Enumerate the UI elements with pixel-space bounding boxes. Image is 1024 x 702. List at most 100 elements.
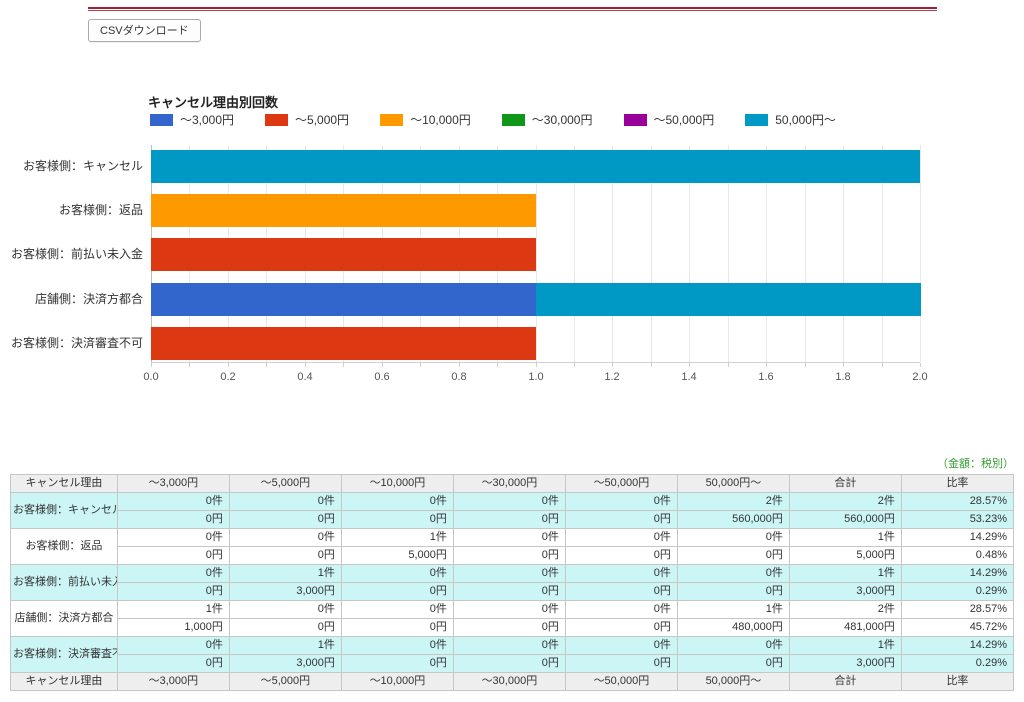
amount-cell: 0円 — [341, 511, 453, 529]
amount-cell: 0円 — [677, 547, 789, 565]
x-axis-tick-label: 1.4 — [667, 371, 711, 383]
legend-label: ～3,000円 — [180, 111, 234, 128]
axis-tick — [689, 363, 690, 367]
legend-label: ～5,000円 — [295, 111, 349, 128]
axis-tick — [882, 363, 883, 367]
amount-cell: 560,000円 — [677, 511, 789, 529]
legend-item: ～50,000円 — [624, 111, 715, 128]
amount-cell: 0円 — [453, 619, 565, 637]
x-axis-tick-label: 1.0 — [514, 371, 558, 383]
table-row-counts: お客様側：前払い未入金0件1件0件0件0件0件1件14.29% — [11, 565, 1014, 583]
footer-row: キャンセル理由～3,000円～5,000円～10,000円～30,000円～50… — [11, 673, 1014, 691]
cancel-report-page: CSVダウンロード キャンセル理由別回数 ～3,000円～5,000円～10,0… — [0, 0, 1024, 702]
axis-tick — [305, 363, 306, 367]
x-axis-tick-label: 1.8 — [821, 371, 865, 383]
amount-cell: 0円 — [229, 619, 341, 637]
table-row-counts: 店舗側：決済方都合1件0件0件0件0件1件2件28.57% — [11, 601, 1014, 619]
header-cell: ～10,000円 — [341, 475, 453, 493]
header-cell: ～50,000円 — [565, 475, 677, 493]
axis-tick — [266, 363, 267, 367]
table-row-counts: お客様側：キャンセル0件0件0件0件0件2件2件28.57% — [11, 493, 1014, 511]
cancel-reason-table: キャンセル理由～3,000円～5,000円～10,000円～30,000円～50… — [10, 474, 1014, 691]
csv-download-button[interactable]: CSVダウンロード — [88, 19, 201, 42]
table-row-counts: お客様側：決済審査不可0件1件0件0件0件0件1件14.29% — [11, 637, 1014, 655]
axis-tick — [228, 363, 229, 367]
legend-swatch — [150, 114, 173, 126]
header-cell: ～5,000円 — [229, 475, 341, 493]
amount-cell: 0円 — [565, 547, 677, 565]
footer-cell: ～5,000円 — [229, 673, 341, 691]
count-cell: 0件 — [677, 529, 789, 547]
table-row-counts: お客様側：返品0件0件1件0件0件0件1件14.29% — [11, 529, 1014, 547]
amount-cell: 1,000円 — [117, 619, 229, 637]
row-label: お客様側：キャンセル — [11, 493, 118, 529]
amount-cell: 0円 — [117, 511, 229, 529]
x-axis-tick-label: 0.4 — [283, 371, 327, 383]
count-cell: 1件 — [677, 601, 789, 619]
footer-cell: 合計 — [789, 673, 901, 691]
footer-cell: 50,000円～ — [677, 673, 789, 691]
count-cell: 0件 — [677, 565, 789, 583]
bar-segment[interactable] — [151, 283, 536, 316]
amount-cell: 3,000円 — [229, 655, 341, 673]
bar-segment[interactable] — [151, 150, 920, 183]
row-label: 店舗側：決済方都合 — [11, 601, 118, 637]
count-cell: 1件 — [229, 565, 341, 583]
legend-item: ～5,000円 — [265, 111, 349, 128]
x-axis-tick-label: 2.0 — [898, 371, 942, 383]
count-cell: 0件 — [453, 565, 565, 583]
axis-tick — [574, 363, 575, 367]
bar-segment[interactable] — [536, 283, 921, 316]
table-row-amounts: 0円3,000円0円0円0円0円3,000円0.29% — [11, 655, 1014, 673]
header-cell: 50,000円～ — [677, 475, 789, 493]
count-ratio-cell: 14.29% — [901, 529, 1013, 547]
count-cell: 0件 — [117, 529, 229, 547]
legend-item: 50,000円～ — [745, 111, 836, 128]
axis-tick — [151, 363, 152, 367]
legend-label: ～50,000円 — [654, 111, 715, 128]
count-cell: 2件 — [789, 493, 901, 511]
x-axis-tick-label: 0.8 — [437, 371, 481, 383]
x-axis-tick-label: 0.2 — [206, 371, 250, 383]
amount-cell: 0円 — [341, 619, 453, 637]
amount-cell: 0円 — [229, 511, 341, 529]
count-cell: 0件 — [565, 493, 677, 511]
count-cell: 1件 — [789, 565, 901, 583]
count-cell: 0件 — [229, 529, 341, 547]
legend-item: ～10,000円 — [380, 111, 471, 128]
axis-tick — [805, 363, 806, 367]
bar-segment[interactable] — [151, 194, 536, 227]
amount-cell: 480,000円 — [677, 619, 789, 637]
amount-cell: 0円 — [453, 547, 565, 565]
header-cell: ～30,000円 — [453, 475, 565, 493]
row-label: お客様側：前払い未入金 — [11, 565, 118, 601]
legend-item: ～3,000円 — [150, 111, 234, 128]
legend-label: ～10,000円 — [410, 111, 471, 128]
bar-segment[interactable] — [151, 327, 536, 360]
count-cell: 0件 — [341, 601, 453, 619]
x-axis-tick-label: 0.6 — [360, 371, 404, 383]
count-ratio-cell: 28.57% — [901, 601, 1013, 619]
bar-segment[interactable] — [151, 238, 536, 271]
axis-tick — [189, 363, 190, 367]
tax-excluded-note: （金額：税別） — [937, 455, 1014, 471]
footer-cell: ～50,000円 — [565, 673, 677, 691]
axis-tick — [343, 363, 344, 367]
row-label: お客様側：返品 — [11, 529, 118, 565]
axis-tick — [420, 363, 421, 367]
category-label: お客様側：返品 — [0, 194, 143, 227]
gridline — [920, 145, 921, 362]
count-ratio-cell: 14.29% — [901, 637, 1013, 655]
axis-tick — [651, 363, 652, 367]
x-axis-tick-label: 0.0 — [129, 371, 173, 383]
amount-cell: 0円 — [565, 511, 677, 529]
footer-cell: ～10,000円 — [341, 673, 453, 691]
amount-ratio-cell: 53.23% — [901, 511, 1013, 529]
amount-cell: 481,000円 — [789, 619, 901, 637]
amount-cell: 5,000円 — [789, 547, 901, 565]
header-row: キャンセル理由～3,000円～5,000円～10,000円～30,000円～50… — [11, 475, 1014, 493]
table-row-amounts: 0円3,000円0円0円0円0円3,000円0.29% — [11, 583, 1014, 601]
category-label: 店舗側：決済方都合 — [0, 283, 143, 316]
legend-swatch — [380, 114, 403, 126]
category-label: お客様側：前払い未入金 — [0, 238, 143, 271]
